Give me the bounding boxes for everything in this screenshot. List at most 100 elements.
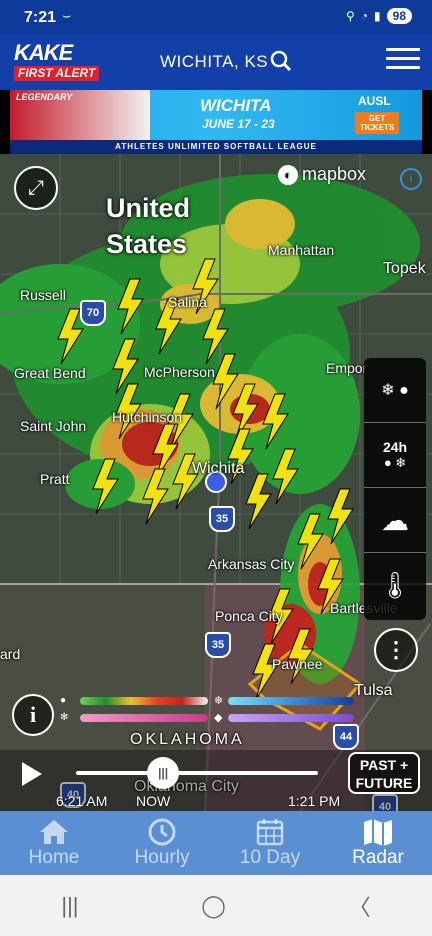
city-label-salina: Salina — [168, 294, 207, 310]
mapbox-attribution[interactable]: ◐ mapbox — [278, 164, 366, 185]
timeline-slider-handle[interactable]: ||| — [147, 757, 180, 789]
back-button[interactable]: 〈 — [349, 890, 371, 922]
fullscreen-button[interactable]: ⤢ — [14, 166, 58, 210]
tab-radar-label: Radar — [352, 847, 404, 868]
city-label-manhattan: Manhattan — [268, 242, 335, 258]
city-label-emporia: Empor — [326, 360, 368, 376]
city-label-ponca-city: Ponca City — [215, 608, 283, 624]
city-label-ard: ard — [0, 646, 21, 662]
wifi-icon: ◔ — [360, 9, 369, 23]
now-marker-icon — [150, 778, 160, 784]
legend-snow-bar — [228, 697, 354, 705]
tab-hourly-label: Hourly — [134, 847, 190, 868]
mapbox-logo-icon: ◐ — [278, 164, 298, 185]
past-future-label-1: PAST + — [359, 757, 409, 773]
ad-legendary-text: LEGENDARY — [16, 92, 73, 102]
ad-city: WICHITA — [200, 96, 272, 115]
mapbox-text: mapbox — [302, 164, 367, 184]
country-label-line1: United — [106, 193, 190, 223]
recent-apps-button[interactable]: ||| — [61, 893, 78, 919]
city-label-great-bend: Great Bend — [14, 365, 86, 381]
calendar-icon — [255, 817, 285, 847]
city-label-hutchinson: Hutchinson — [112, 409, 183, 425]
notification-icon: ⌣ — [62, 7, 72, 23]
interstate-35-shield: 35 — [209, 506, 235, 532]
ad-dates: JUNE 17 - 23 — [202, 117, 275, 131]
timeline-now-label: NOW — [136, 793, 171, 809]
app-logo[interactable]: KAKE FIRST ALERT — [14, 42, 110, 82]
logo-subtitle: FIRST ALERT — [14, 66, 100, 81]
search-icon[interactable] — [270, 50, 292, 72]
ad-athletes-image: LEGENDARY — [10, 90, 150, 140]
state-label-oklahoma: OKLAHOMA — [130, 731, 245, 748]
legend-ice-icon: ◆ — [214, 712, 223, 724]
city-label-wichita: Wichita — [192, 460, 245, 477]
layer-panel: ❄ ● 24h ● ❄ ☁ 🌡 — [364, 358, 426, 620]
temperature-layer-button[interactable]: 🌡 — [364, 553, 426, 617]
tab-10-day-label: 10 Day — [239, 847, 301, 868]
ad-get-tickets-button[interactable]: GET TICKETS — [355, 112, 399, 134]
legend-ice-bar — [228, 714, 354, 722]
tab-home[interactable]: Home — [0, 811, 108, 875]
precip-legend: ● ❄ ✻ ◆ — [56, 694, 356, 730]
legend-rain-bar — [80, 697, 208, 705]
location-icon: ⚲ — [345, 9, 355, 23]
app-header: KAKE FIRST ALERT WICHITA, KS — [0, 34, 432, 90]
tab-hourly[interactable]: Hourly — [108, 811, 216, 875]
ad-tagline: ATHLETES UNLIMITED SOFTBALL LEAGUE — [10, 140, 422, 154]
more-options-button[interactable]: ⋮ — [374, 628, 418, 672]
city-label-pratt: Pratt — [40, 471, 70, 487]
ad-brand-logo: AUSL — [358, 94, 391, 108]
status-bar: 7:21 ⌣ ⚲ ◔ ▮ 98 — [0, 0, 432, 34]
precip-type-layer-button[interactable]: ❄ ● — [364, 358, 426, 423]
city-label-tulsa: Tulsa — [354, 682, 393, 699]
forecast-24h-layer-button[interactable]: 24h ● ❄ — [364, 423, 426, 488]
tab-home-label: Home — [28, 847, 80, 868]
past-future-toggle-button[interactable]: PAST + FUTURE — [348, 752, 420, 794]
thermometer-icon: 🌡 — [378, 569, 412, 600]
clock-icon — [147, 817, 177, 847]
play-button[interactable] — [22, 762, 42, 786]
legend-snow-icon: ❄ — [214, 695, 224, 707]
legend-info-button[interactable]: i — [12, 694, 54, 736]
forecast-24h-label: 24h — [382, 439, 408, 455]
battery-indicator: 98 — [386, 8, 412, 24]
status-time: 7:21 — [24, 9, 57, 26]
timeline-track[interactable] — [76, 771, 318, 775]
rain-snow-icon-small: ● ❄ — [383, 455, 407, 470]
cloud-layer-button[interactable]: ☁ — [364, 488, 426, 553]
location-name[interactable]: WICHITA, KS — [160, 52, 268, 72]
home-icon — [38, 817, 70, 847]
more-vertical-icon: ⋮ — [385, 637, 407, 662]
city-label-topeka: Topek — [383, 260, 426, 277]
home-button[interactable]: ◯ — [201, 893, 226, 919]
city-label-russell: Russell — [20, 287, 66, 303]
timeline-end-time: 1:21 PM — [288, 793, 341, 809]
tab-radar[interactable]: Radar — [324, 811, 432, 875]
city-label-mcpherson: McPherson — [144, 364, 215, 380]
logo-title: KAKE — [14, 40, 73, 65]
ad-banner[interactable]: LEGENDARY WICHITA JUNE 17 - 23 AUSL GET … — [0, 90, 432, 154]
signal-icon: ▮ — [374, 9, 381, 23]
system-nav-bar: ||| ◯ 〈 — [0, 875, 432, 936]
cloud-icon: ☁ — [381, 504, 409, 536]
city-label-arkansas-city: Arkansas City — [208, 556, 295, 572]
info-icon: i — [29, 702, 37, 727]
tab-10-day[interactable]: 10 Day — [216, 811, 324, 875]
map-icon — [362, 817, 394, 847]
interstate-70-shield: 70 — [80, 300, 106, 326]
expand-icon: ⤢ — [28, 176, 44, 199]
legend-rain-icon: ● — [60, 695, 67, 706]
rain-snow-icon: ❄ ● — [381, 382, 409, 399]
country-label-line2: States — [106, 229, 188, 259]
city-label-pawnee: Pawnee — [272, 656, 323, 672]
legend-mix-icon: ✻ — [60, 712, 69, 723]
bottom-tab-bar: Home Hourly 10 Day Radar — [0, 811, 432, 875]
timeline-start-time: 6:21 AM — [56, 793, 108, 809]
legend-mix-bar — [80, 714, 208, 722]
radar-map[interactable]: 70 35 35 44 40 40 United States Manhatta… — [0, 154, 432, 811]
city-label-saint-john: Saint John — [20, 418, 87, 434]
hamburger-menu-button[interactable] — [386, 48, 420, 74]
past-future-label-2: FUTURE — [355, 775, 413, 791]
info-attribution-icon[interactable]: i — [400, 168, 422, 190]
